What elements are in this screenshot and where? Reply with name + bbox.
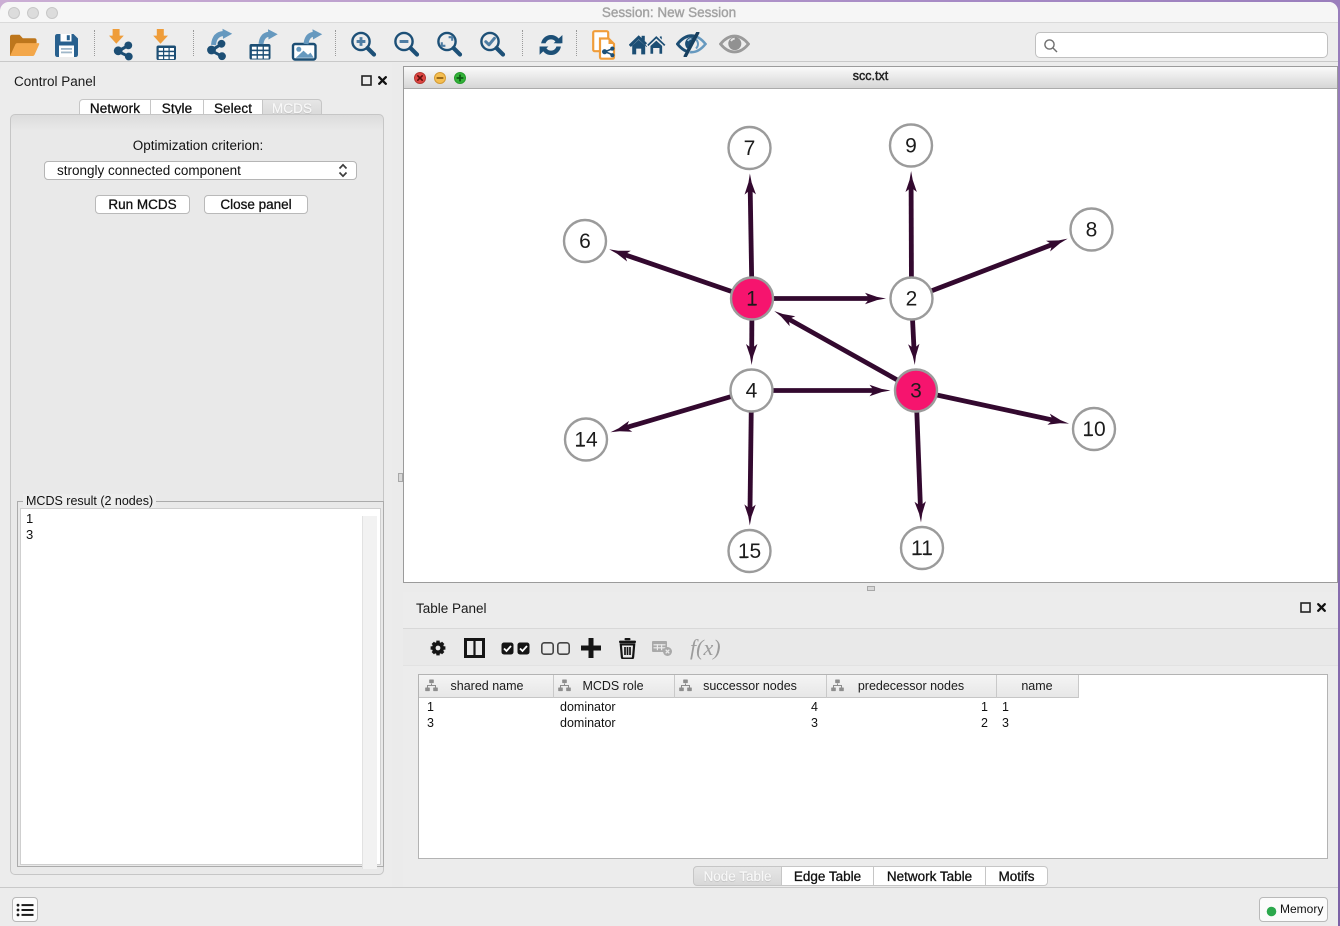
svg-text:14: 14 <box>574 429 598 452</box>
svg-text:2: 2 <box>906 288 918 311</box>
svg-text:9: 9 <box>905 135 917 158</box>
svg-text:6: 6 <box>579 230 591 253</box>
svg-text:4: 4 <box>746 380 758 403</box>
svg-text:3: 3 <box>910 380 922 403</box>
svg-text:8: 8 <box>1086 219 1098 242</box>
svg-text:7: 7 <box>744 137 756 160</box>
svg-text:10: 10 <box>1082 418 1105 441</box>
svg-text:1: 1 <box>746 288 758 311</box>
svg-text:15: 15 <box>738 540 761 563</box>
svg-text:11: 11 <box>911 537 933 560</box>
